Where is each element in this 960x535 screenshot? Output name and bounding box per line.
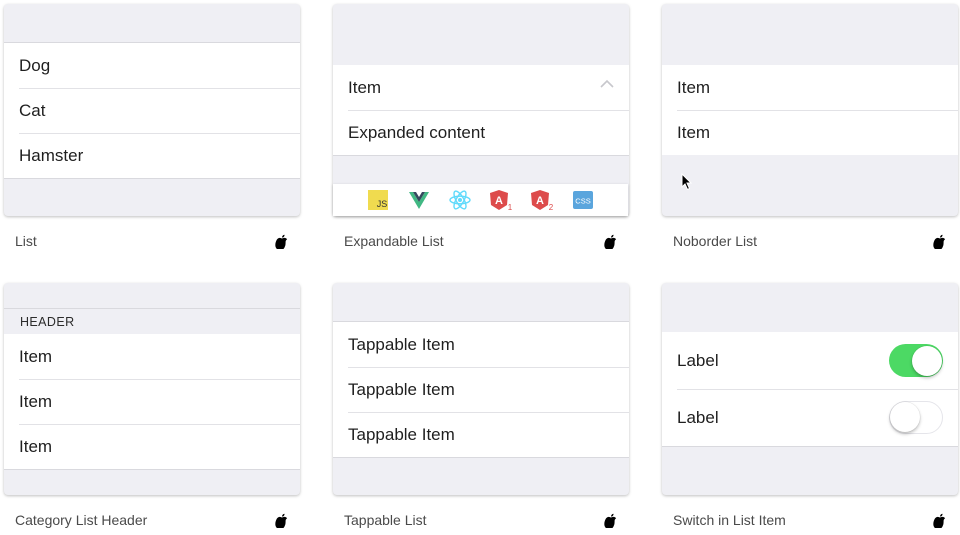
- caption-label: List: [15, 233, 37, 249]
- svg-text:1: 1: [508, 203, 513, 211]
- switch-list-item: Label: [662, 389, 958, 446]
- toggle-switch-on[interactable]: [889, 344, 943, 377]
- switch-label: Label: [677, 350, 719, 370]
- svg-text:A: A: [495, 195, 503, 207]
- caption-label: Tappable List: [344, 512, 427, 528]
- expandable-item-label: Item: [348, 77, 382, 97]
- svg-text:2: 2: [549, 203, 554, 211]
- list: Dog Cat Hamster: [4, 42, 300, 179]
- caption-tappable-list: Tappable List: [333, 510, 629, 530]
- expanded-content: Expanded content: [333, 110, 629, 155]
- apple-icon: [933, 234, 946, 249]
- svg-text:JS: JS: [377, 199, 388, 209]
- card-category-list-header: HEADER Item Item Item: [4, 283, 300, 495]
- switch-list-item: Label: [662, 332, 958, 389]
- mouse-cursor-icon: [681, 173, 693, 191]
- vue-icon[interactable]: [407, 189, 431, 211]
- card-switch-list: Label Label: [662, 283, 958, 495]
- expandable-item-header[interactable]: Item: [333, 65, 629, 110]
- tappable-item[interactable]: Tappable Item: [333, 412, 629, 457]
- caption-label: Category List Header: [15, 512, 148, 528]
- category-list: Item Item Item: [4, 334, 300, 470]
- svg-text:A: A: [536, 195, 544, 207]
- card-list: Dog Cat Hamster: [4, 4, 300, 216]
- caption-label: Expandable List: [344, 233, 444, 249]
- caption-label: Noborder List: [673, 233, 758, 249]
- apple-icon: [604, 513, 617, 528]
- list-item[interactable]: Item: [662, 110, 958, 155]
- caption-switch-list: Switch in List Item: [662, 510, 958, 530]
- list-item[interactable]: Hamster: [4, 133, 300, 178]
- framework-bar: JS A 1 A 2 CSS: [333, 184, 628, 216]
- toggle-knob: [890, 402, 920, 432]
- caption-noborder-list: Noborder List: [662, 231, 958, 251]
- list-item[interactable]: Item: [4, 379, 300, 424]
- noborder-list: Item Item: [662, 65, 958, 155]
- switch-label: Label: [677, 407, 719, 427]
- apple-icon: [604, 234, 617, 249]
- apple-icon: [275, 513, 288, 528]
- list-item[interactable]: Item: [4, 334, 300, 379]
- chevron-up-icon[interactable]: [600, 79, 614, 88]
- react-icon[interactable]: [448, 189, 472, 211]
- card-noborder-list: Item Item: [662, 4, 958, 216]
- angular1-icon[interactable]: A 1: [489, 189, 513, 211]
- toggle-switch-off[interactable]: [889, 401, 943, 434]
- caption-list: List: [4, 231, 300, 251]
- list-item[interactable]: Dog: [4, 43, 300, 88]
- javascript-icon[interactable]: JS: [366, 189, 390, 211]
- list-item[interactable]: Item: [662, 65, 958, 110]
- category-header: HEADER: [4, 308, 300, 334]
- switch-list: Label Label: [662, 332, 958, 447]
- tappable-item[interactable]: Tappable Item: [333, 322, 629, 367]
- svg-text:CSS: CSS: [575, 197, 590, 206]
- list-item[interactable]: Item: [4, 424, 300, 469]
- apple-icon: [275, 234, 288, 249]
- tappable-item[interactable]: Tappable Item: [333, 367, 629, 412]
- caption-label: Switch in List Item: [673, 512, 786, 528]
- caption-category-list-header: Category List Header: [4, 510, 300, 530]
- toggle-knob: [911, 345, 942, 376]
- css-icon[interactable]: CSS: [571, 189, 595, 211]
- list-item[interactable]: Cat: [4, 88, 300, 133]
- caption-expandable-list: Expandable List: [333, 231, 629, 251]
- card-tappable-list: Tappable Item Tappable Item Tappable Ite…: [333, 283, 629, 495]
- expandable-list: Item Expanded content: [333, 65, 629, 156]
- apple-icon: [933, 513, 946, 528]
- angular2-icon[interactable]: A 2: [530, 189, 554, 211]
- tappable-list: Tappable Item Tappable Item Tappable Ite…: [333, 321, 629, 458]
